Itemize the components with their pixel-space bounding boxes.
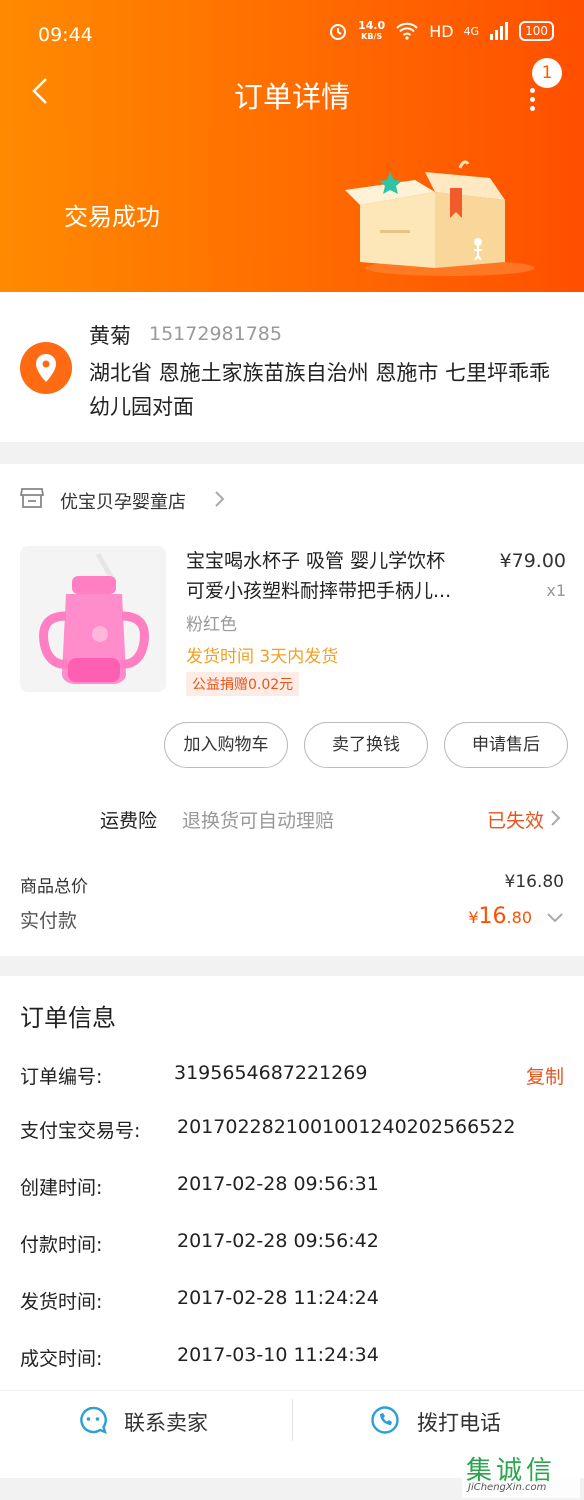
shop-name[interactable]: 优宝贝孕婴童店	[60, 488, 186, 514]
shipping-insurance-label: 运费险	[100, 810, 158, 832]
contact-bar: 联系卖家 拨打电话	[0, 1390, 584, 1448]
resell-button[interactable]: 卖了换钱	[304, 722, 428, 768]
call-phone-button[interactable]: 拨打电话	[292, 1391, 584, 1449]
battery-icon: 100	[519, 21, 554, 41]
goods-total-value: ¥16.80	[504, 872, 564, 892]
product-title[interactable]: 宝宝喝水杯子 吸管 婴儿学饮杯 可爱小孩塑料耐摔带把手柄儿...	[186, 546, 481, 606]
product-price: ¥79.00	[499, 550, 566, 572]
paid-amount-value: ¥16.80	[468, 904, 532, 929]
recipient-name: 黄菊	[89, 324, 131, 348]
completed-time-row: 成交时间: 2017-03-10 11:24:34	[20, 1344, 379, 1370]
add-to-cart-button[interactable]: 加入购物车	[164, 722, 288, 768]
chevron-right-icon[interactable]	[214, 490, 226, 508]
wifi-icon	[396, 22, 418, 40]
chat-icon	[80, 1406, 107, 1435]
order-card: 优宝贝孕婴童店 宝宝喝水杯子 吸管 婴儿学饮杯 可爱小孩塑料耐摔带把手柄儿...…	[0, 464, 584, 956]
shipping-insurance-status[interactable]: 已失效	[487, 806, 544, 833]
signal-icon	[490, 22, 509, 40]
location-icon	[20, 342, 72, 394]
open-box-illustration	[345, 160, 535, 276]
status-bar: 09:44 14.0 KB/S HD 4G 100	[0, 18, 584, 54]
alipay-trade-row: 支付宝交易号: 2017022821001001240202566522	[20, 1116, 516, 1142]
order-header: 09:44 14.0 KB/S HD 4G 100 订单详情 1 交易成功	[0, 0, 584, 292]
network-type: 4G	[463, 24, 480, 38]
nav-bar: 订单详情 1	[0, 58, 584, 120]
goods-total-label: 商品总价	[20, 877, 88, 897]
paid-time-row: 付款时间: 2017-02-28 09:56:42	[20, 1230, 379, 1256]
order-number: 3195654687221269	[174, 1062, 368, 1084]
product-quantity: x1	[546, 581, 566, 600]
status-icons: 14.0 KB/S HD 4G 100	[328, 20, 554, 42]
notification-badge: 1	[532, 58, 562, 88]
shipping-insurance-desc: 退换货可自动理赔	[182, 810, 335, 832]
hd-indicator: HD	[429, 21, 454, 41]
after-sale-button[interactable]: 申请售后	[444, 722, 568, 768]
recipient-phone: 15172981785	[149, 323, 282, 345]
created-time-row: 创建时间: 2017-02-28 09:56:31	[20, 1173, 379, 1199]
page-title: 订单详情	[233, 80, 350, 114]
contact-seller-button[interactable]: 联系卖家	[0, 1391, 292, 1449]
network-speed: 14.0 KB/S	[358, 19, 386, 41]
ship-time: 发货时间 3天内发货	[186, 647, 339, 667]
shipped-time-row: 发货时间: 2017-02-28 11:24:24	[20, 1287, 379, 1313]
watermark-logo: 集诚信 JiChengXin.com	[462, 1446, 580, 1498]
shipping-address[interactable]: 黄菊 15172981785 湖北省 恩施土家族苗族自治州 恩施市 七里坪乖乖幼…	[0, 292, 584, 442]
shop-icon	[20, 488, 44, 508]
trade-status: 交易成功	[64, 203, 160, 231]
address-text: 湖北省 恩施土家族苗族自治州 恩施市 七里坪乖乖幼儿园对面	[89, 361, 551, 419]
more-menu-button[interactable]: 1	[518, 58, 562, 114]
order-number-row: 订单编号: 3195654687221269 复制	[20, 1062, 564, 1089]
charity-badge: 公益捐赠0.02元	[186, 672, 300, 696]
product-sku: 粉红色	[186, 615, 237, 635]
copy-button[interactable]: 复制	[526, 1062, 564, 1089]
order-info-title: 订单信息	[20, 1004, 116, 1032]
chevron-down-icon[interactable]	[546, 912, 564, 924]
alarm-icon	[330, 24, 347, 40]
more-icon	[530, 88, 536, 115]
phone-icon	[371, 1406, 399, 1434]
status-time: 09:44	[38, 24, 93, 46]
paid-amount-label: 实付款	[20, 910, 78, 932]
product-image[interactable]	[20, 546, 166, 692]
chevron-right-icon[interactable]	[550, 809, 562, 827]
order-info: 订单信息 订单编号: 3195654687221269 复制 支付宝交易号: 2…	[0, 976, 584, 1478]
